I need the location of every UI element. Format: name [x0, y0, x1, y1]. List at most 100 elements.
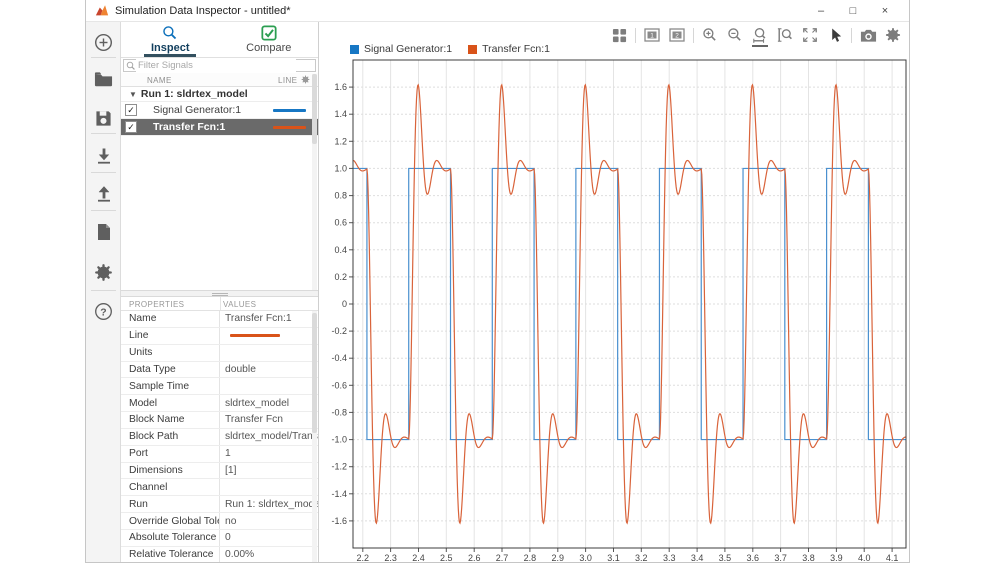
property-row[interactable]: Relative Tolerance0.00%: [121, 547, 318, 562]
property-row[interactable]: RunRun 1: sldrtex_model: [121, 496, 318, 513]
svg-text:2: 2: [675, 32, 679, 39]
property-row[interactable]: Dimensions[1]: [121, 463, 318, 480]
snapshot-button[interactable]: [859, 25, 877, 45]
property-label: Sample Time: [121, 378, 220, 394]
svg-text:1.4: 1.4: [334, 109, 347, 119]
zoom-in-button[interactable]: [701, 25, 719, 45]
svg-text:-0.8: -0.8: [331, 407, 347, 417]
import-button[interactable]: [86, 141, 121, 171]
signal-checkbox[interactable]: ✓: [125, 104, 137, 116]
svg-text:2.9: 2.9: [552, 553, 565, 563]
column-line-label: LINE: [278, 76, 297, 85]
property-value[interactable]: double: [220, 364, 318, 375]
close-button[interactable]: ×: [869, 0, 901, 22]
collapse-caret-icon[interactable]: ▼: [129, 90, 137, 99]
window-title: Simulation Data Inspector - untitled*: [115, 5, 290, 17]
add-run-button[interactable]: [86, 27, 121, 57]
svg-text:0.2: 0.2: [334, 272, 347, 282]
pointer-button[interactable]: [826, 25, 844, 45]
create-report-button[interactable]: [86, 217, 121, 247]
panel-splitter[interactable]: [121, 290, 318, 297]
layout-grid-button[interactable]: [610, 25, 628, 45]
property-value[interactable]: 0.00%: [220, 549, 318, 560]
zoom-out-button[interactable]: [726, 25, 744, 45]
svg-text:3.4: 3.4: [691, 553, 704, 563]
toolbar-separator: [91, 172, 116, 173]
property-row[interactable]: Line: [121, 328, 318, 345]
property-label: Data Type: [121, 362, 220, 378]
column-options-gear-icon[interactable]: [301, 75, 310, 86]
fit-to-view-button[interactable]: [801, 25, 819, 45]
zoom-in-time-button[interactable]: [751, 25, 769, 45]
svg-text:0: 0: [342, 299, 347, 309]
export-button[interactable]: [86, 179, 121, 209]
property-row[interactable]: Units: [121, 345, 318, 362]
property-label: Block Name: [121, 412, 220, 428]
property-value[interactable]: [1]: [220, 465, 318, 476]
tab-inspect[interactable]: Inspect: [121, 22, 220, 57]
save-button[interactable]: [86, 103, 121, 133]
properties-scrollbar[interactable]: [312, 311, 317, 562]
property-row[interactable]: Sample Time: [121, 378, 318, 395]
property-row[interactable]: Modelsldrtex_model: [121, 395, 318, 412]
signal-checkbox[interactable]: ✓: [125, 121, 137, 133]
property-value[interactable]: Run 1: sldrtex_model: [220, 499, 318, 510]
toolbar-separator: [693, 28, 694, 43]
matlab-logo-icon: [95, 4, 109, 17]
subplot-2-button[interactable]: 2: [668, 25, 686, 45]
properties-header: PROPERTIES VALUES: [121, 297, 318, 311]
zoom-in-y-button[interactable]: [776, 25, 794, 45]
property-value[interactable]: 0: [220, 532, 318, 543]
minimize-button[interactable]: –: [805, 0, 837, 22]
app-window: Simulation Data Inspector - untitled* – …: [85, 0, 910, 563]
help-button[interactable]: ?: [86, 296, 121, 326]
inspect-magnifier-icon: [162, 25, 178, 41]
open-button[interactable]: [86, 64, 121, 94]
gear-icon: [94, 263, 113, 282]
maximize-button[interactable]: □: [837, 0, 869, 22]
svg-text:3.6: 3.6: [747, 553, 760, 563]
svg-text:1.6: 1.6: [334, 82, 347, 92]
property-row[interactable]: Override Global Toler...no: [121, 513, 318, 530]
property-value[interactable]: Transfer Fcn: [220, 414, 318, 425]
property-value[interactable]: 1: [220, 448, 318, 459]
svg-text:1: 1: [650, 32, 654, 39]
signal-table-header: NAME LINE: [121, 73, 318, 87]
property-row[interactable]: Port1: [121, 446, 318, 463]
svg-text:-1.0: -1.0: [331, 435, 347, 445]
property-value[interactable]: no: [220, 516, 318, 527]
property-row[interactable]: Data Typedouble: [121, 362, 318, 379]
svg-text:1.0: 1.0: [334, 163, 347, 173]
run-group-label: Run 1: sldrtex_model: [141, 88, 248, 100]
signal-list-scrollbar[interactable]: [312, 74, 317, 290]
signal-row[interactable]: ✓Signal Generator:1: [121, 102, 318, 119]
property-value[interactable]: Transfer Fcn:1: [220, 313, 318, 324]
property-value[interactable]: [220, 334, 318, 337]
plot-settings-button[interactable]: [884, 25, 902, 45]
signal-name: Transfer Fcn:1: [143, 121, 273, 133]
svg-text:2.7: 2.7: [496, 553, 509, 563]
subplot-1-button[interactable]: 1: [643, 25, 661, 45]
toolbar-separator: [91, 210, 116, 211]
preferences-button[interactable]: [86, 257, 121, 287]
property-row[interactable]: Absolute Tolerance0: [121, 530, 318, 547]
svg-text:2.4: 2.4: [412, 553, 425, 563]
run-group-row[interactable]: ▼ Run 1: sldrtex_model: [121, 87, 318, 102]
signal-row[interactable]: ✓ Transfer Fcn:1: [121, 119, 318, 136]
property-row[interactable]: Block NameTransfer Fcn: [121, 412, 318, 429]
property-label: Block Path: [121, 429, 220, 445]
property-value[interactable]: sldrtex_model: [220, 398, 318, 409]
plus-circle-icon: [94, 33, 113, 52]
tab-compare[interactable]: Compare: [220, 22, 319, 57]
save-icon: [95, 110, 112, 127]
property-row[interactable]: Block Pathsldrtex_model/Transfe...: [121, 429, 318, 446]
filter-signals-input[interactable]: [136, 59, 296, 72]
property-row[interactable]: Channel: [121, 479, 318, 496]
svg-text:2.5: 2.5: [440, 553, 453, 563]
search-icon: [126, 61, 136, 71]
svg-text:3.9: 3.9: [830, 553, 843, 563]
property-row[interactable]: NameTransfer Fcn:1: [121, 311, 318, 328]
property-value[interactable]: sldrtex_model/Transfe...: [220, 431, 318, 442]
tab-inspect-label: Inspect: [151, 42, 190, 54]
signal-plot[interactable]: 2.22.32.42.52.62.72.82.93.03.13.23.33.43…: [331, 50, 911, 563]
